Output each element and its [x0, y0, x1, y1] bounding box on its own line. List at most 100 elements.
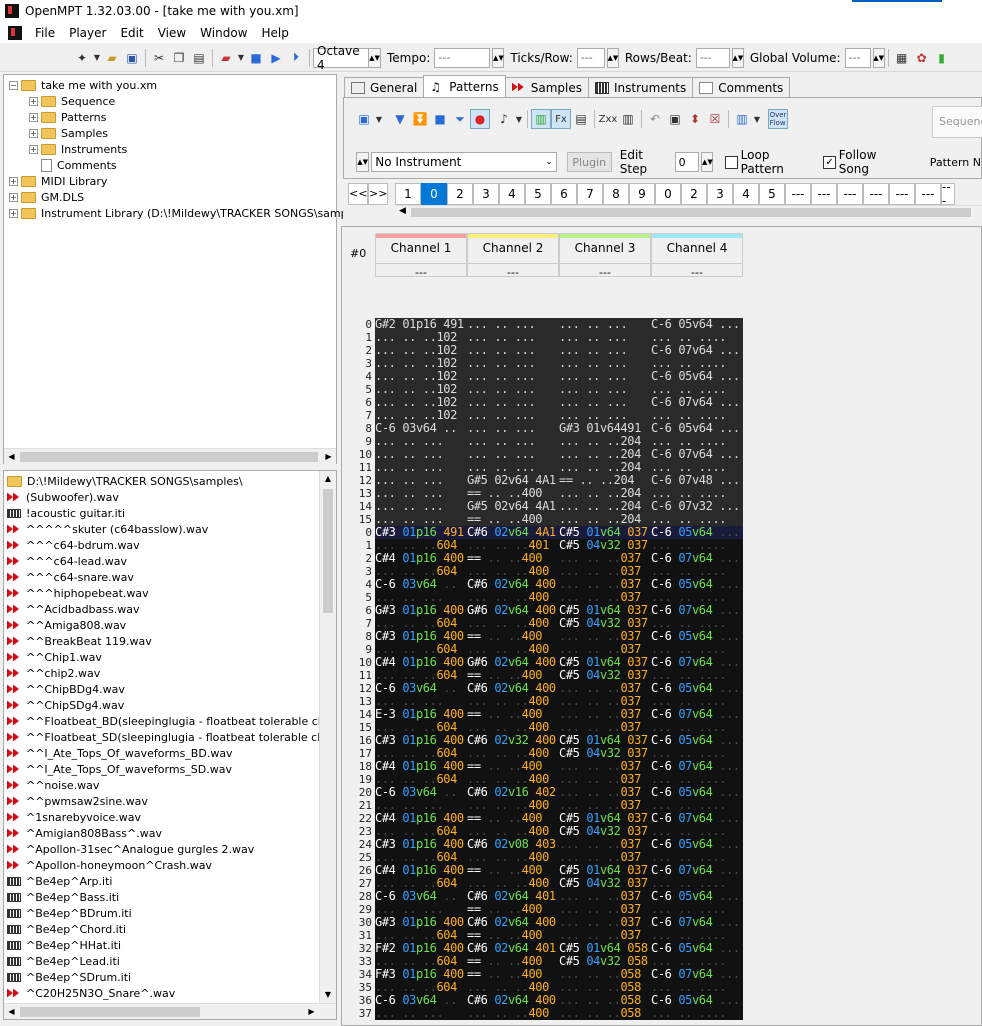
pattern-cell[interactable]: C#6 02v64 400 [467, 682, 559, 695]
play-from-cursor-icon[interactable]: ⏷ [450, 109, 470, 129]
pattern-cell[interactable]: ... .. ..604 [375, 643, 467, 656]
sample-file-item[interactable]: ^^Floatbeat_BD(sleepinglugia - floatbeat… [7, 713, 336, 729]
chevron-down-icon[interactable]: ▼ [374, 109, 384, 129]
pattern-cell[interactable]: ... .. ... [375, 1007, 467, 1020]
pattern-cell[interactable]: ... .. ..037 [559, 916, 651, 929]
pattern-cell[interactable]: ... .. .... [651, 773, 743, 786]
loop-pattern-checkbox[interactable] [725, 155, 738, 169]
pattern-cell[interactable]: G#3 01v64491 [559, 422, 651, 435]
pattern-cell[interactable]: G#6 02v64 400 [467, 604, 559, 617]
pattern-cell[interactable]: ... .. ... [467, 331, 559, 344]
pattern-cell[interactable]: C#5 01v64 037 [559, 734, 651, 747]
order-item[interactable]: 2 [447, 183, 473, 205]
sample-file-item[interactable]: ^1snarebyvoice.wav [7, 809, 141, 825]
pattern-cell[interactable]: ... .. ... [467, 396, 559, 409]
song-properties-icon[interactable]: ▦ [892, 48, 912, 68]
pattern-row[interactable]: C-6 03v64 .. C#6 02v16 402... .. ..037 C-6… [375, 786, 743, 799]
order-item[interactable]: 2 [681, 183, 707, 205]
pattern-cell[interactable]: ... .. .... [651, 591, 743, 604]
order-item[interactable]: 9 [629, 183, 655, 205]
pattern-row-previous[interactable]: ... .. ..102... .. ...... .. ...... .. .… [375, 357, 743, 370]
tab-patterns[interactable]: ♫ Patterns [423, 75, 506, 97]
pattern-cell[interactable]: ... .. ..604 [375, 955, 467, 968]
pattern-cell[interactable]: ... .. ..037 [559, 786, 651, 799]
pattern-cell[interactable]: ... .. ..204 [559, 448, 651, 461]
pattern-cell[interactable]: C-6 07v64 ... [651, 864, 743, 877]
order-item[interactable]: 1 [395, 183, 421, 205]
pattern-cell[interactable]: == .. ..400 [467, 955, 559, 968]
rows-per-beat-spinner[interactable]: ▲▼ [731, 47, 744, 68]
pattern-cell[interactable]: C#3 01p16 491 [375, 526, 467, 539]
sample-file-item[interactable]: ^^ChipSDg4.wav [7, 697, 124, 713]
pattern-cell[interactable]: ... .. .... [651, 409, 743, 422]
sample-file-item[interactable]: ^^Floatbeat_SD(sleepinglugia - floatbeat… [7, 729, 336, 745]
menu-view[interactable]: View [151, 26, 193, 40]
pattern-row[interactable]: F#2 01p16 400 C#6 02v64 401 C#5 01v64 058 C… [375, 942, 743, 955]
plugin-manager-icon[interactable]: ✿ [912, 48, 932, 68]
pattern-cell[interactable]: ... .. ..604 [375, 981, 467, 994]
pattern-cell[interactable]: C#6 02v64 400 [467, 916, 559, 929]
pattern-cell[interactable]: ... .. ... [375, 448, 467, 461]
pattern-cell[interactable]: ... .. ..037 [559, 591, 651, 604]
pattern-cell[interactable]: ... .. .... [651, 721, 743, 734]
pattern-cell[interactable]: ... .. ... [559, 318, 651, 331]
pattern-cell[interactable]: C#5 04v32 058 [559, 955, 651, 968]
order-scrollbar[interactable]: ◀ [397, 205, 982, 219]
pattern-row[interactable]: ... .. ..604 == .. ..400... .. ..037... .… [375, 929, 743, 942]
pattern-cell[interactable]: C-6 05v64 ... [651, 734, 743, 747]
sample-file-item[interactable]: ^^Chip1.wav [7, 649, 102, 665]
pattern-cell[interactable]: ... .. .... [651, 799, 743, 812]
pattern-cell[interactable]: C#5 01v64 037 [559, 526, 651, 539]
pattern-cell[interactable]: C#5 04v32 037 [559, 825, 651, 838]
pattern-row[interactable]: C#3 01p16 400 C#6 02v32 400 C#5 01v64 037 C… [375, 734, 743, 747]
pattern-cell[interactable]: C#6 02v64 401 [467, 890, 559, 903]
pattern-row-previous[interactable]: C-6 03v64 ..... .. ... G#3 01v64491 C-6 05… [375, 422, 743, 435]
pattern-cell[interactable]: ... .. ... [559, 383, 651, 396]
sample-file-item[interactable]: ^^^c64-bdrum.wav [7, 537, 140, 553]
pattern-cell[interactable]: ... .. ..102 [375, 383, 467, 396]
pattern-cell[interactable]: C-6 07v64 ... [651, 968, 743, 981]
pattern-cell[interactable]: ... .. ... [467, 422, 559, 435]
pattern-cell[interactable]: ... .. ..058 [559, 1007, 651, 1020]
sample-file-item[interactable]: ^Apollon-31sec^Analogue gurgles 2.wav [7, 841, 254, 857]
pattern-row-previous[interactable]: ... .. ... G#5 02v64 4A1 == .. ..204 C-6 07… [375, 474, 743, 487]
pattern-row[interactable]: C#4 01p16 400 == .. ..400... .. ..037 C-6 … [375, 760, 743, 773]
pattern-cell[interactable]: C#6 02v64 4A1 [467, 526, 559, 539]
pattern-row[interactable]: C#4 01p16 400 == .. ..400... .. ..037 C-6 … [375, 552, 743, 565]
tree-item[interactable]: − take me with you.xm [9, 77, 157, 93]
follow-song-checkbox[interactable]: ✓ [823, 155, 836, 169]
pattern-cell[interactable]: ... .. ... [375, 461, 467, 474]
tree-item[interactable]: + Patterns [29, 109, 106, 125]
pattern-cell[interactable]: C#3 01p16 400 [375, 734, 467, 747]
pattern-cell[interactable]: C#5 01v64 037 [559, 656, 651, 669]
pattern-row[interactable]: ... .. ..604... .. ..400 C#5 04v32 037...… [375, 617, 743, 630]
pattern-cell[interactable]: ... .. ..604 [375, 929, 467, 942]
cut-icon[interactable]: ✂ [149, 48, 169, 68]
sample-file-item[interactable]: (Subwoofer).wav [7, 489, 119, 505]
pattern-row-previous[interactable]: ... .. ..102... .. ...... .. ...... .. .… [375, 331, 743, 344]
pattern-row-previous[interactable]: G#2 01p16 491... .. ...... .. ... C-6 05v… [375, 318, 743, 331]
order-item[interactable]: 3 [473, 183, 499, 205]
pattern-cell[interactable]: C-6 05v64 ... [651, 422, 743, 435]
pattern-row[interactable]: ... .. ...... .. ..400... .. ..037... ..… [375, 591, 743, 604]
samples-vertical-scrollbar[interactable]: ▲ ▼ [319, 471, 336, 1003]
pattern-cell[interactable]: ... .. ..204 [559, 435, 651, 448]
pattern-cell[interactable]: C-6 07v64 ... [651, 344, 743, 357]
pattern-cell[interactable]: ... .. ..037 [559, 929, 651, 942]
pattern-cell[interactable]: C-6 05v64 ... [651, 578, 743, 591]
sample-file-item[interactable]: ^Be4ep^Lead.iti [7, 953, 120, 969]
pattern-row[interactable]: C-6 03v64 .. C#6 02v64 400... .. ..037 C-6… [375, 578, 743, 591]
chevron-down-icon[interactable]: ▼ [92, 48, 102, 68]
pattern-row[interactable]: ... .. ...... .. ..400... .. ..037... ..… [375, 799, 743, 812]
tab-samples[interactable]: Samples [504, 77, 589, 97]
pattern-cell[interactable]: ... .. .... [651, 695, 743, 708]
pattern-cell[interactable]: C-6 07v64 ... [651, 916, 743, 929]
order-item[interactable]: --- [811, 183, 837, 205]
pattern-cell[interactable]: ... .. .... [651, 669, 743, 682]
expand-toggle-icon[interactable]: + [9, 176, 18, 186]
pattern-cell[interactable]: C-6 05v64 ... [651, 370, 743, 383]
pattern-cell[interactable]: ... .. ..058 [559, 981, 651, 994]
paste-icon[interactable]: ▤ [189, 48, 209, 68]
edit-step-spinner[interactable]: ▲▼ [701, 152, 714, 172]
expand-toggle-icon[interactable]: + [9, 192, 18, 202]
